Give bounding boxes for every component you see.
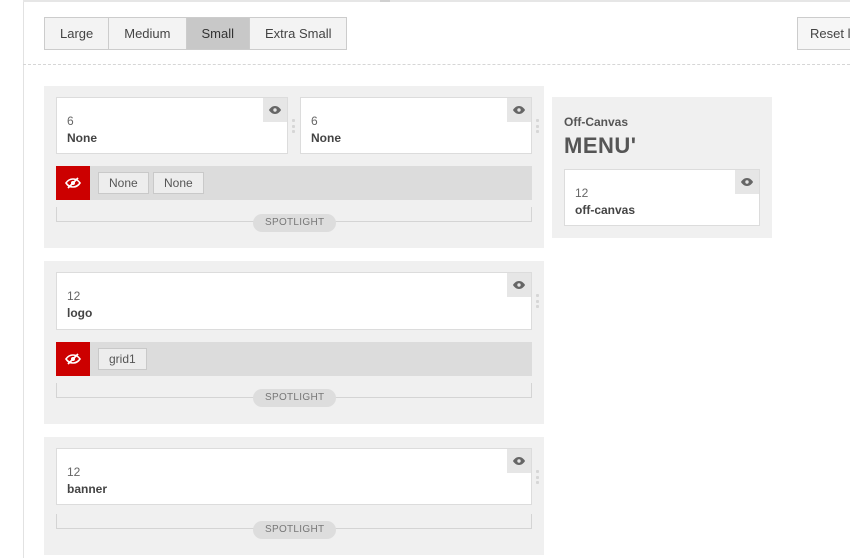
top-divider bbox=[23, 0, 850, 2]
block-size: 6 bbox=[67, 114, 74, 128]
section-top: 6 None 6 None None None SPOTLIGHT bbox=[44, 86, 544, 248]
left-divider bbox=[23, 0, 24, 558]
block-name: None bbox=[311, 131, 341, 145]
spotlight-label: SPOTLIGHT bbox=[253, 214, 337, 232]
offcanvas-heading: MENU' bbox=[564, 133, 637, 158]
hidden-chip[interactable]: None bbox=[153, 172, 204, 194]
device-tabs: Large Medium Small Extra Small bbox=[44, 17, 348, 50]
block-none-2[interactable]: 6 None bbox=[300, 97, 532, 154]
block-offcanvas[interactable]: 12 off-canvas bbox=[564, 169, 760, 226]
eye-icon[interactable] bbox=[507, 449, 531, 473]
block-banner[interactable]: 12 banner bbox=[56, 448, 532, 505]
reset-button[interactable]: Reset l bbox=[797, 17, 850, 50]
block-size: 12 bbox=[67, 289, 81, 303]
hidden-blocks-row: None None bbox=[56, 166, 532, 200]
section-logo: 12 logo grid1 SPOTLIGHT bbox=[44, 261, 544, 424]
eye-icon[interactable] bbox=[263, 98, 287, 122]
eye-icon[interactable] bbox=[735, 170, 759, 194]
eye-slash-icon[interactable] bbox=[56, 342, 90, 376]
offcanvas-title: Off-Canvas bbox=[564, 115, 629, 129]
drag-handle-icon[interactable] bbox=[292, 119, 296, 133]
block-size: 12 bbox=[67, 465, 81, 479]
tab-extra-small[interactable]: Extra Small bbox=[250, 18, 347, 49]
block-size: 6 bbox=[311, 114, 318, 128]
drag-handle-icon[interactable] bbox=[536, 294, 540, 308]
block-logo[interactable]: 12 logo bbox=[56, 272, 532, 330]
spotlight-label: SPOTLIGHT bbox=[253, 521, 337, 539]
spotlight-label: SPOTLIGHT bbox=[253, 389, 337, 407]
block-name: off-canvas bbox=[575, 203, 636, 217]
block-none-1[interactable]: 6 None bbox=[56, 97, 288, 154]
hidden-chip[interactable]: None bbox=[98, 172, 149, 194]
eye-slash-icon[interactable] bbox=[56, 166, 90, 200]
block-name: logo bbox=[67, 306, 93, 320]
eye-icon[interactable] bbox=[507, 98, 531, 122]
dotted-divider bbox=[23, 64, 850, 65]
drag-handle-icon[interactable] bbox=[536, 470, 540, 484]
tab-large[interactable]: Large bbox=[45, 18, 110, 49]
offcanvas-panel: Off-Canvas MENU' 12 off-canvas bbox=[552, 97, 772, 238]
drag-handle-icon[interactable] bbox=[536, 119, 540, 133]
hidden-chip[interactable]: grid1 bbox=[98, 348, 147, 370]
layout-editor: Large Medium Small Extra Small Reset l 6… bbox=[0, 0, 850, 558]
eye-icon[interactable] bbox=[507, 273, 531, 297]
tab-medium[interactable]: Medium bbox=[109, 18, 187, 49]
section-banner: 12 banner SPOTLIGHT bbox=[44, 437, 544, 555]
block-name: None bbox=[67, 131, 97, 145]
block-name: banner bbox=[67, 482, 108, 496]
top-divider-notch bbox=[380, 0, 390, 2]
tab-small[interactable]: Small bbox=[186, 18, 251, 49]
hidden-blocks-row: grid1 bbox=[56, 342, 532, 376]
block-size: 12 bbox=[575, 186, 589, 200]
